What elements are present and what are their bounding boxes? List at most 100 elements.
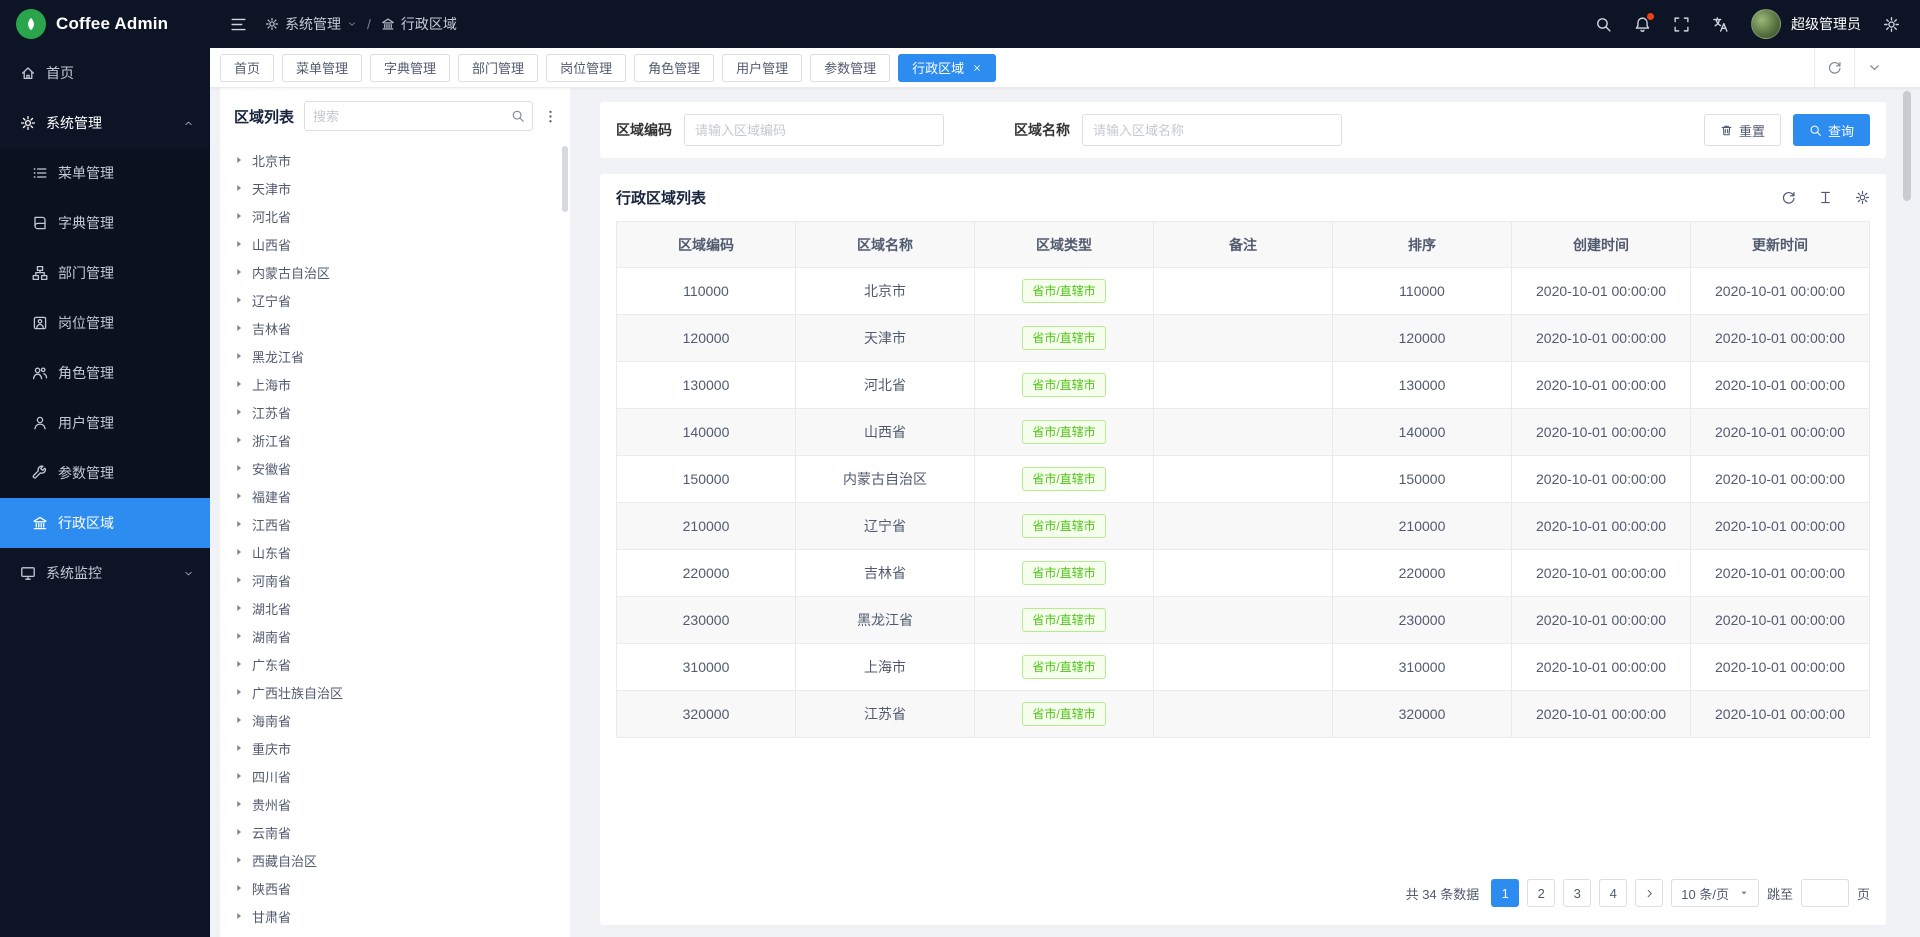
expand-arrow-icon[interactable] [234, 407, 244, 417]
sidebar-item-user[interactable]: 用户管理 [0, 398, 210, 448]
expand-arrow-icon[interactable] [234, 519, 244, 529]
tab-dept[interactable]: 部门管理 [458, 54, 538, 82]
tree-item[interactable]: 广西壮族自治区 [234, 678, 570, 706]
expand-arrow-icon[interactable] [234, 771, 244, 781]
search-button[interactable]: 查询 [1793, 114, 1870, 146]
fullscreen-icon[interactable] [1673, 16, 1690, 33]
tree-item[interactable]: 黑龙江省 [234, 342, 570, 370]
page-button-4[interactable]: 4 [1599, 879, 1627, 907]
page-size-select[interactable]: 10 条/页 [1671, 879, 1759, 907]
settings-gear-icon[interactable] [1883, 16, 1900, 33]
expand-arrow-icon[interactable] [234, 855, 244, 865]
jump-input[interactable] [1801, 879, 1849, 907]
expand-arrow-icon[interactable] [234, 799, 244, 809]
next-page-button[interactable] [1635, 879, 1663, 907]
expand-arrow-icon[interactable] [234, 911, 244, 921]
name-input[interactable] [1082, 114, 1342, 146]
tree-item[interactable]: 浙江省 [234, 426, 570, 454]
sidebar-item-system[interactable]: 系统管理 [0, 98, 210, 148]
sidebar-collapse-button[interactable] [230, 16, 247, 33]
search-icon[interactable] [511, 109, 525, 123]
expand-arrow-icon[interactable] [234, 547, 244, 557]
tree-item[interactable]: 甘肃省 [234, 902, 570, 930]
expand-arrow-icon[interactable] [234, 603, 244, 613]
expand-arrow-icon[interactable] [234, 435, 244, 445]
sidebar-item-dict[interactable]: 字典管理 [0, 198, 210, 248]
expand-arrow-icon[interactable] [234, 295, 244, 305]
expand-arrow-icon[interactable] [234, 239, 244, 249]
tab-role[interactable]: 角色管理 [634, 54, 714, 82]
sidebar-item-dept[interactable]: 部门管理 [0, 248, 210, 298]
breadcrumb-item-region[interactable]: 行政区域 [381, 14, 457, 34]
avatar[interactable] [1751, 9, 1781, 39]
tree-item[interactable]: 河北省 [234, 202, 570, 230]
sidebar-item-home[interactable]: 首页 [0, 48, 210, 98]
expand-arrow-icon[interactable] [234, 687, 244, 697]
tree-item[interactable]: 山东省 [234, 538, 570, 566]
expand-arrow-icon[interactable] [234, 155, 244, 165]
sidebar-item-param[interactable]: 参数管理 [0, 448, 210, 498]
tree-item[interactable]: 广东省 [234, 650, 570, 678]
tree-item[interactable]: 福建省 [234, 482, 570, 510]
tree-item[interactable]: 辽宁省 [234, 286, 570, 314]
sidebar-item-monitor[interactable]: 系统监控 [0, 548, 210, 598]
tab-home[interactable]: 首页 [220, 54, 274, 82]
tree-item[interactable]: 江苏省 [234, 398, 570, 426]
expand-arrow-icon[interactable] [234, 267, 244, 277]
tree-item[interactable]: 湖南省 [234, 622, 570, 650]
page-button-2[interactable]: 2 [1527, 879, 1555, 907]
table-settings-icon[interactable] [1855, 190, 1870, 205]
more-options-icon[interactable] [543, 109, 558, 124]
tree-item[interactable]: 江西省 [234, 510, 570, 538]
tree-item[interactable]: 山西省 [234, 230, 570, 258]
user-name[interactable]: 超级管理员 [1791, 14, 1861, 34]
expand-arrow-icon[interactable] [234, 715, 244, 725]
expand-arrow-icon[interactable] [234, 883, 244, 893]
tab-param[interactable]: 参数管理 [810, 54, 890, 82]
reset-button[interactable]: 重置 [1704, 114, 1781, 146]
expand-arrow-icon[interactable] [234, 183, 244, 193]
tree-scrollbar[interactable] [562, 146, 568, 212]
tree-item[interactable]: 湖北省 [234, 594, 570, 622]
tabs-menu-button[interactable] [1854, 48, 1894, 88]
expand-arrow-icon[interactable] [234, 379, 244, 389]
tree-item[interactable]: 云南省 [234, 818, 570, 846]
tree-item[interactable]: 内蒙古自治区 [234, 258, 570, 286]
tab-region[interactable]: 行政区域 [898, 54, 996, 82]
tree-search-input[interactable] [304, 101, 533, 131]
tree-item[interactable]: 陕西省 [234, 874, 570, 902]
tree-item[interactable]: 天津市 [234, 174, 570, 202]
sidebar-item-menu[interactable]: 菜单管理 [0, 148, 210, 198]
refresh-icon[interactable] [1781, 190, 1796, 205]
page-scrollbar-thumb[interactable] [1903, 91, 1911, 201]
sidebar-item-post[interactable]: 岗位管理 [0, 298, 210, 348]
expand-arrow-icon[interactable] [234, 323, 244, 333]
density-icon[interactable] [1818, 190, 1833, 205]
expand-arrow-icon[interactable] [234, 491, 244, 501]
translate-icon[interactable] [1712, 16, 1729, 33]
expand-arrow-icon[interactable] [234, 631, 244, 641]
tree-item[interactable]: 河南省 [234, 566, 570, 594]
tab-user[interactable]: 用户管理 [722, 54, 802, 82]
tree-item[interactable]: 贵州省 [234, 790, 570, 818]
page-button-3[interactable]: 3 [1563, 879, 1591, 907]
tree-item[interactable]: 重庆市 [234, 734, 570, 762]
expand-arrow-icon[interactable] [234, 575, 244, 585]
tab-dict[interactable]: 字典管理 [370, 54, 450, 82]
expand-arrow-icon[interactable] [234, 659, 244, 669]
notifications-button[interactable] [1634, 16, 1651, 33]
tabs-refresh-button[interactable] [1814, 48, 1854, 88]
tree-item[interactable]: 北京市 [234, 146, 570, 174]
sidebar-item-region[interactable]: 行政区域 [0, 498, 210, 548]
tree-item[interactable]: 青海省 [234, 930, 570, 937]
tree-item[interactable]: 吉林省 [234, 314, 570, 342]
search-icon[interactable] [1595, 16, 1612, 33]
expand-arrow-icon[interactable] [234, 827, 244, 837]
tab-close-icon[interactable] [972, 63, 982, 73]
tab-post[interactable]: 岗位管理 [546, 54, 626, 82]
breadcrumb-item-system[interactable]: 系统管理 [265, 14, 357, 34]
expand-arrow-icon[interactable] [234, 211, 244, 221]
tree-item[interactable]: 上海市 [234, 370, 570, 398]
page-button-1[interactable]: 1 [1491, 879, 1519, 907]
code-input[interactable] [684, 114, 944, 146]
